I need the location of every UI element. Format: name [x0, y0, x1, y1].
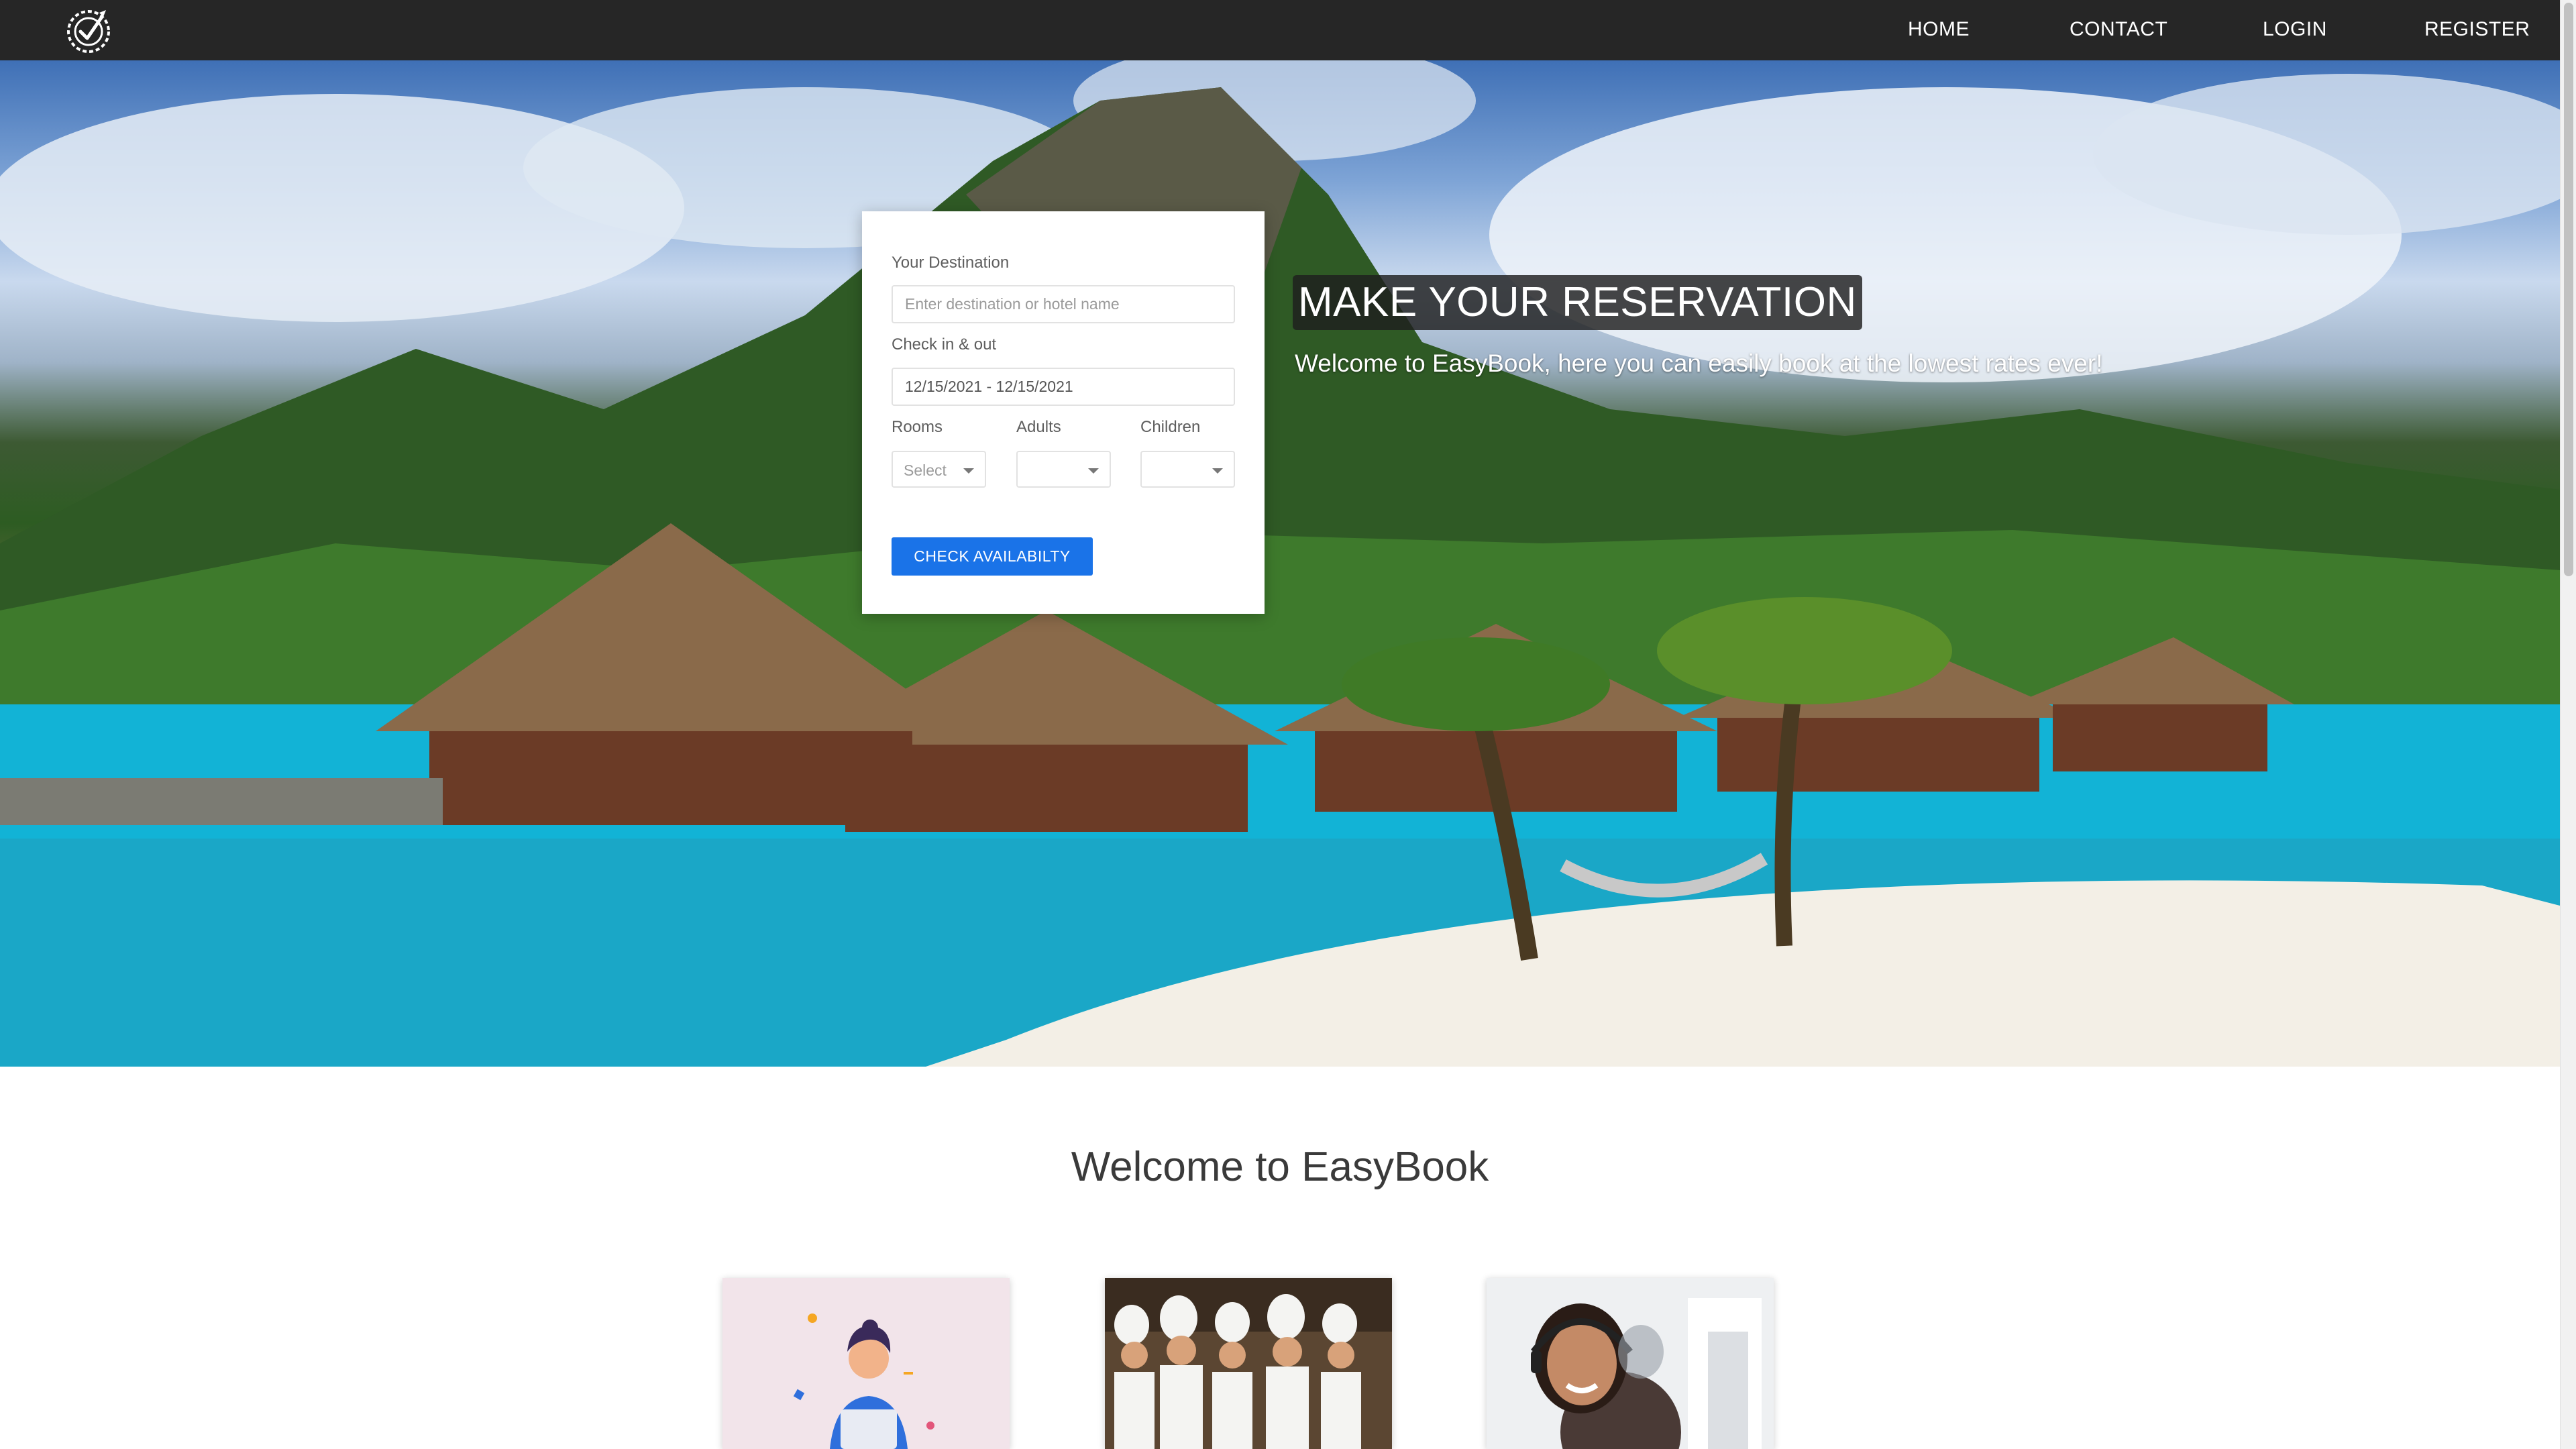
- booking-form: Your Destination Check in & out Rooms Ad…: [862, 211, 1265, 614]
- hero-banner: [0, 60, 2560, 1067]
- chevron-down-icon: [1088, 468, 1099, 474]
- rooms-label: Rooms: [892, 418, 943, 436]
- adults-label: Adults: [1016, 418, 1061, 436]
- rooms-select-value: Select: [904, 462, 947, 479]
- hero-subtitle: Welcome to EasyBook, here you can easily…: [1295, 350, 2103, 377]
- scrollbar-thumb[interactable]: [2564, 3, 2573, 576]
- check-availability-button[interactable]: CHECK AVAILABILTY: [892, 537, 1093, 576]
- feature-card-support[interactable]: [1487, 1278, 1774, 1449]
- logo-icon[interactable]: [62, 3, 115, 57]
- feature-card-booking[interactable]: [722, 1278, 1010, 1449]
- nav-contact-link[interactable]: CONTACT: [2070, 17, 2167, 42]
- nav-register-link[interactable]: REGISTER: [2424, 17, 2530, 42]
- hero-background-image: [0, 60, 2560, 1067]
- destination-input[interactable]: [892, 285, 1235, 323]
- nav-login-link[interactable]: LOGIN: [2263, 17, 2327, 42]
- checkin-checkout-label: Check in & out: [892, 335, 997, 354]
- navbar: HOME CONTACT LOGIN REGISTER: [0, 0, 2560, 60]
- hero-title: MAKE YOUR RESERVATION: [1293, 275, 1862, 330]
- rooms-select[interactable]: Select: [892, 451, 986, 488]
- welcome-heading: Welcome to EasyBook: [1071, 1144, 1489, 1190]
- checkin-checkout-input[interactable]: [892, 368, 1235, 406]
- page-scrollbar[interactable]: [2560, 0, 2576, 1449]
- person-with-laptop-illustration: [793, 1313, 934, 1449]
- adults-select[interactable]: [1016, 451, 1111, 488]
- chevron-down-icon: [963, 468, 974, 474]
- page: HOME CONTACT LOGIN REGISTER Your Destina…: [0, 0, 2576, 1449]
- children-select[interactable]: [1140, 451, 1235, 488]
- chefs-photo: [1105, 1278, 1392, 1449]
- destination-label: Your Destination: [892, 254, 1010, 272]
- nav-home-link[interactable]: HOME: [1908, 17, 1970, 42]
- support-agent-photo: [1487, 1278, 1774, 1449]
- feature-card-chefs[interactable]: [1105, 1278, 1392, 1449]
- children-label: Children: [1140, 418, 1201, 436]
- chevron-down-icon: [1212, 468, 1223, 474]
